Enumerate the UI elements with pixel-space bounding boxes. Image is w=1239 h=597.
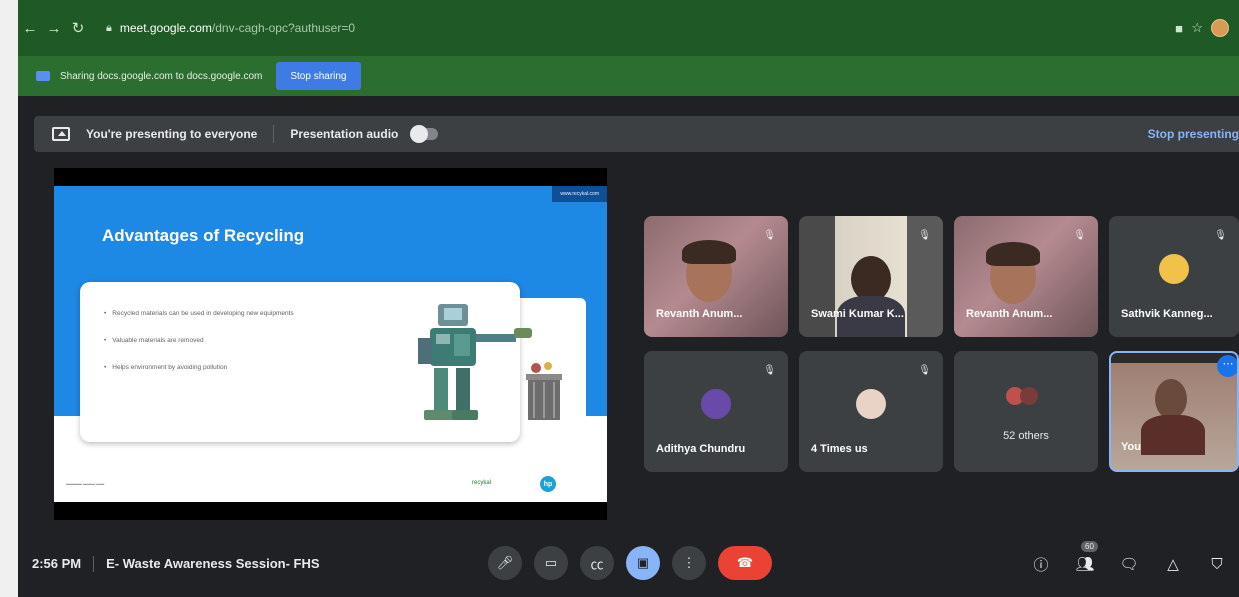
people-icon[interactable]: 👥︎ 60 [1063,541,1107,576]
presenting-text: You're presenting to everyone [86,127,258,141]
others-avatar-stack [1006,387,1038,405]
bookmark-star-icon[interactable]: ☆ [1191,14,1203,42]
slide-bullet: Valuable materials are removed [104,337,294,344]
others-avatar [1020,387,1038,405]
present-now-icon[interactable]: ▣ [626,546,660,580]
participant-count-badge: 60 [1081,541,1098,552]
slide-url-tag: www.recykal.com [552,186,607,202]
slide-bullet-list: Recycled materials can be used in develo… [104,310,294,391]
presenting-bar: You're presenting to everyone Presentati… [34,116,1239,152]
meeting-control-bar: 2:56 PM E- Waste Awareness Session- FHS … [18,530,1239,597]
more-options-icon[interactable]: ⋮ [672,546,706,580]
mic-off-icon: 🎙︎ [763,230,776,241]
url-path[interactable]: /dnv-cagh-opc?authuser=0 [212,21,355,35]
participant-tile[interactable]: 🎙︎ Revanth Anum... [954,216,1098,337]
stop-presenting-button[interactable]: Stop presenting [1148,127,1239,141]
mic-off-icon: 🎙︎ [918,365,931,376]
activities-icon[interactable]: △ [1151,552,1195,576]
stop-sharing-button[interactable]: Stop sharing [276,62,361,90]
present-screen-icon [52,127,70,141]
participant-tile[interactable]: 🎙︎ Sathvik Kanneg... [1109,216,1239,337]
mic-off-icon: 🎙︎ [1073,230,1086,241]
mic-off-icon: 🎙︎ [763,365,776,376]
camera-indicator-icon[interactable]: ■ [1175,14,1183,42]
screen-share-icon [36,71,50,81]
recykal-logo: recykal [472,480,492,486]
participant-name: Sathvik Kanneg... [1121,308,1213,320]
self-video [1141,415,1205,455]
url-host[interactable]: meet.google.com [120,21,212,35]
slide-title: Advantages of Recycling [102,226,305,245]
call-controls: 🎤︎ ▭ ㏄ ▣ ⋮ ☎ [488,546,784,580]
sharing-text: Sharing docs.google.com to docs.google.c… [60,70,263,82]
participant-tile[interactable]: 🎙︎ Revanth Anum... [644,216,788,337]
camera-toggle-icon[interactable]: ▭ [534,546,568,580]
back-icon[interactable]: ← [18,20,42,37]
toggle-knob [410,125,429,143]
side-controls: ⓘ 👥︎ 60 🗨︎ △ ⛉ [1019,541,1239,576]
presentation-audio-toggle[interactable] [410,125,439,143]
lock-icon[interactable]: 🔒︎ [106,22,112,35]
presentation-slide[interactable]: www.recykal.com Advantages of Recycling … [54,168,607,520]
forward-icon[interactable]: → [42,20,66,37]
more-options-icon[interactable]: ⋯ [1217,355,1237,377]
participant-name: Adithya Chundru [656,443,746,455]
microphone-toggle-icon[interactable]: 🎤︎ [488,546,522,580]
participant-avatar [1159,254,1189,284]
meeting-details-icon[interactable]: ⓘ [1019,552,1063,576]
participant-tile[interactable]: 🎙︎ Swami Kumar K... [799,216,943,337]
participant-avatar [701,389,731,419]
address-row: ← → ↻ 🔒︎ meet.google.com /dnv-cagh-opc?a… [18,14,1239,42]
host-controls-icon[interactable]: ⛉ [1195,552,1239,576]
participant-name: 52 others [1003,430,1049,442]
slide-bullet: Recycled materials can be used in develo… [104,310,293,317]
participant-name: Swami Kumar K... [811,308,904,320]
participant-tile[interactable]: 🎙︎ Adithya Chundru [644,351,788,472]
reload-icon[interactable]: ↻ [66,19,90,37]
sharing-infobar: Sharing docs.google.com to docs.google.c… [18,56,1239,96]
mic-off-icon: 🎙︎ [918,230,931,241]
participant-video [986,242,1040,266]
participant-video [682,240,736,264]
current-time: 2:56 PM [32,556,82,571]
profile-avatar[interactable] [1211,19,1229,37]
participant-avatar [856,389,886,419]
others-tile[interactable]: 52 others [954,351,1098,472]
meeting-title: E- Waste Awareness Session- FHS [106,556,320,571]
participant-tile[interactable]: 🎙︎ 4 Times us [799,351,943,472]
browser-toolbar: ← → ↻ 🔒︎ meet.google.com /dnv-cagh-opc?a… [18,0,1239,56]
slide-canvas: www.recykal.com Advantages of Recycling … [54,186,607,502]
chat-icon[interactable]: 🗨︎ [1107,552,1151,576]
meet-window: ← → ↻ 🔒︎ meet.google.com /dnv-cagh-opc?a… [18,0,1239,597]
divider [93,555,95,572]
slide-footer-text: ▬▬▬▬ ▬▬▬ ▬▬ [66,481,105,486]
captions-icon[interactable]: ㏄ [580,546,614,580]
divider [273,125,275,143]
self-video [1155,379,1187,419]
self-view-tile[interactable]: ⋯ You [1109,351,1239,472]
participant-name: Revanth Anum... [966,308,1053,320]
slide-bullet: Helps environment by avoiding pollution [104,364,294,371]
participant-name: You [1121,441,1141,453]
e-waste-robot-illustration [418,304,562,420]
presentation-audio-label: Presentation audio [290,127,399,141]
mic-off-icon: 🎙︎ [1214,230,1227,241]
hp-logo: hp [540,476,556,492]
participant-name: Revanth Anum... [656,308,743,320]
participant-name: 4 Times us [811,443,868,455]
leave-call-icon[interactable]: ☎ [718,546,772,580]
